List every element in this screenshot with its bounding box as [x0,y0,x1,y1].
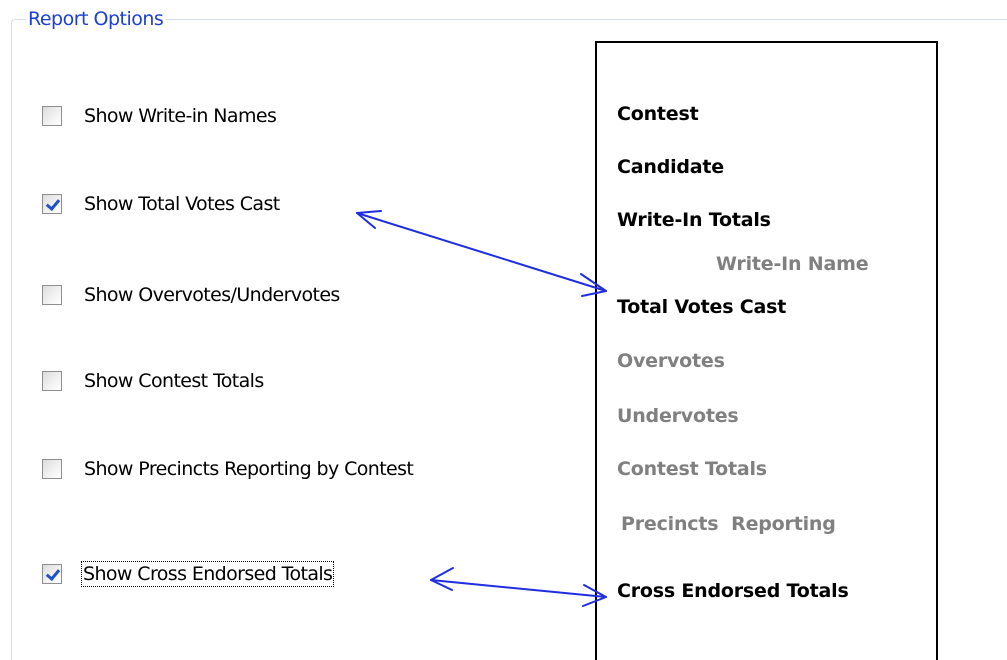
option-show-overvotes-undervotes[interactable]: Show Overvotes/Undervotes [42,281,340,309]
option-label: Show Write-in Names [84,105,277,127]
option-label: Show Contest Totals [84,370,264,392]
preview-item-cross-endorsed-totals: Cross Endorsed Totals [617,580,849,602]
preview-item-contest-totals: Contest Totals [617,458,767,480]
option-show-contest-totals[interactable]: Show Contest Totals [42,367,264,395]
preview-item-precincts-reporting: Precincts Reporting [621,513,836,535]
checkbox-icon[interactable] [42,371,62,391]
preview-item-contest: Contest [617,103,699,125]
checkbox-icon[interactable] [42,459,62,479]
option-show-total-votes-cast[interactable]: Show Total Votes Cast [42,190,280,218]
option-label: Show Precincts Reporting by Contest [84,458,414,480]
report-options-title: Report Options [26,8,167,30]
checkbox-icon[interactable] [42,194,62,214]
preview-item-write-in-name: Write-In Name [716,253,869,275]
preview-item-overvotes: Overvotes [617,350,725,372]
option-show-write-in-names[interactable]: Show Write-in Names [42,102,277,130]
preview-item-total-votes-cast: Total Votes Cast [617,296,787,318]
option-label: Show Overvotes/Undervotes [84,284,340,306]
option-show-precincts-reporting[interactable]: Show Precincts Reporting by Contest [42,455,414,483]
preview-item-candidate: Candidate [617,156,724,178]
option-label: Show Total Votes Cast [84,193,280,215]
option-show-cross-endorsed-totals[interactable]: Show Cross Endorsed Totals [42,560,335,588]
preview-item-write-in-totals: Write-In Totals [617,209,771,231]
checkbox-icon[interactable] [42,106,62,126]
checkbox-icon[interactable] [42,285,62,305]
checkbox-icon[interactable] [42,564,62,584]
preview-item-undervotes: Undervotes [617,405,739,427]
option-label: Show Cross Endorsed Totals [80,561,335,587]
